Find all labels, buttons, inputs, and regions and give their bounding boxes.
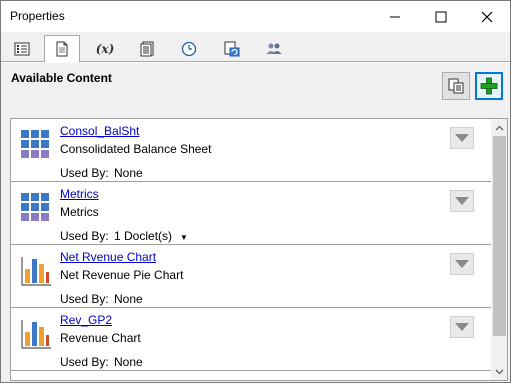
chevron-down-icon [495, 369, 504, 374]
tab-report[interactable] [129, 35, 165, 62]
tab-history[interactable] [171, 35, 207, 62]
content-name-link[interactable]: Rev_GP2 [60, 313, 112, 327]
copy-content-button[interactable] [442, 72, 470, 100]
item-menu-button[interactable] [450, 253, 474, 275]
minimize-icon [390, 16, 400, 17]
list-item[interactable]: Net Rvenue Chart Net Revenue Pie Chart U… [11, 245, 491, 308]
tab-refresh[interactable] [214, 35, 250, 62]
used-by-value: None [114, 166, 143, 180]
used-by-dropdown[interactable]: 1 Doclet(s) ▼ [114, 229, 188, 243]
tab-bar: (x) [1, 32, 510, 63]
list-item[interactable]: Consol_BalSht Consolidated Balance Sheet… [11, 119, 491, 182]
dropdown-arrow-icon [455, 323, 469, 331]
used-by-value: None [114, 355, 143, 369]
bar-chart-icon [21, 320, 51, 349]
content-description: Consolidated Balance Sheet [60, 142, 212, 156]
used-by-value: None [114, 292, 143, 306]
document-icon [56, 41, 68, 57]
grid-icon [21, 193, 49, 221]
available-content-heading: Available Content [11, 71, 112, 85]
window-title: Properties [10, 9, 65, 23]
report-icon [140, 41, 154, 56]
chevron-down-icon: ▼ [180, 233, 188, 242]
used-by-label: Used By: [60, 355, 109, 369]
maximize-icon [435, 11, 447, 22]
properties-window: Properties (x) Available Content Consol_… [0, 0, 511, 383]
content-description: Revenue Chart [60, 331, 141, 345]
bar-chart-icon [21, 257, 51, 286]
list-item[interactable]: Metrics Metrics Used By: 1 Doclet(s) ▼ [11, 182, 491, 245]
plus-icon [480, 77, 498, 95]
content-description: Net Revenue Pie Chart [60, 268, 184, 282]
refresh-document-icon [224, 41, 240, 56]
add-content-button[interactable] [475, 72, 503, 100]
used-by-value: 1 Doclet(s) [114, 229, 173, 243]
close-icon [481, 11, 493, 22]
list-item[interactable]: Rev_GP2 Revenue Chart Used By: None [11, 308, 491, 371]
content-name-link[interactable]: Consol_BalSht [60, 124, 139, 138]
used-by-label: Used By: [60, 166, 109, 180]
content-list: Consol_BalSht Consolidated Balance Sheet… [10, 118, 508, 381]
tab-document[interactable] [44, 35, 80, 63]
tab-users[interactable] [256, 35, 292, 62]
content-name-link[interactable]: Net Rvenue Chart [60, 250, 156, 264]
users-icon [266, 43, 282, 54]
used-by-label: Used By: [60, 229, 109, 243]
grid-icon [21, 130, 49, 158]
dropdown-arrow-icon [455, 134, 469, 142]
item-menu-button[interactable] [450, 316, 474, 338]
content-panel: Available Content Consol_BalSht Consolid… [1, 63, 510, 382]
used-by-label: Used By: [60, 292, 109, 306]
copy-icon [448, 78, 464, 94]
vertical-scrollbar[interactable] [491, 119, 507, 380]
tab-properties-list[interactable] [4, 35, 40, 62]
variable-icon: (x) [95, 41, 115, 56]
maximize-button[interactable] [418, 1, 464, 32]
close-button[interactable] [464, 1, 510, 32]
item-menu-button[interactable] [450, 190, 474, 212]
content-name-link[interactable]: Metrics [60, 187, 99, 201]
minimize-button[interactable] [372, 1, 418, 32]
scroll-down-button[interactable] [491, 363, 507, 380]
tab-variables[interactable]: (x) [87, 35, 123, 62]
title-bar: Properties [1, 1, 510, 32]
chevron-up-icon [495, 125, 504, 130]
content-description: Metrics [60, 205, 99, 219]
scroll-thumb[interactable] [493, 136, 506, 336]
dropdown-arrow-icon [455, 197, 469, 205]
list-properties-icon [14, 42, 30, 55]
scroll-up-button[interactable] [491, 119, 507, 136]
clock-icon [181, 41, 197, 56]
item-menu-button[interactable] [450, 127, 474, 149]
dropdown-arrow-icon [455, 260, 469, 268]
